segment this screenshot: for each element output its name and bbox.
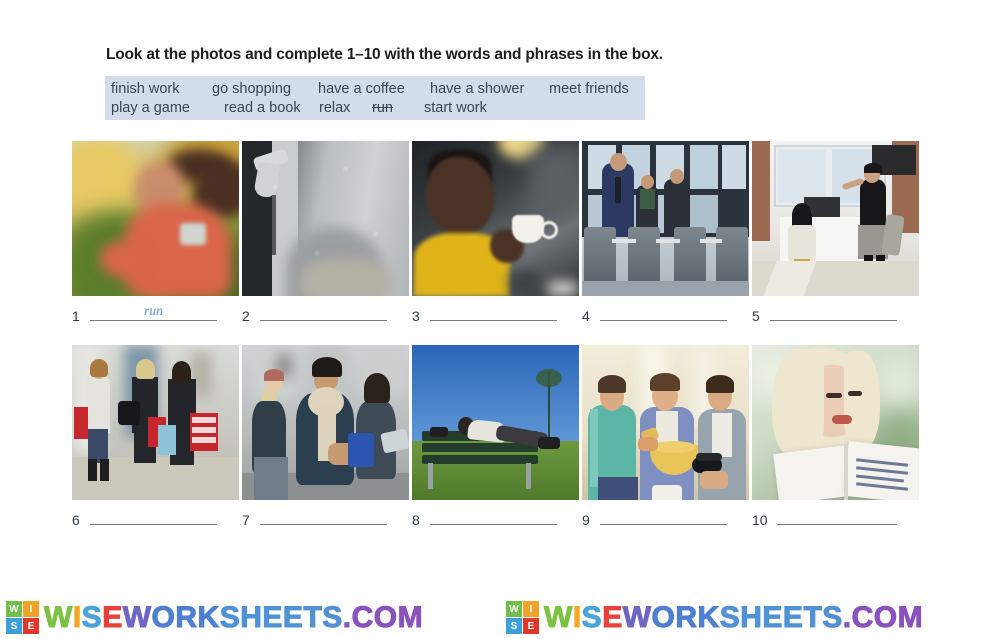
photo-blonde-woman-reading-book	[752, 345, 919, 500]
logo-tile: I	[523, 601, 539, 617]
photo-friends-sitting-outdoors-winter	[242, 345, 409, 500]
watermark-instance-right: W I S E WISEWORKSHEETS.COM	[500, 600, 1000, 635]
answer-row-4: 4	[582, 305, 749, 324]
worksheet-item-1: 1 run	[72, 141, 239, 324]
watermark-instance-left: W I S E WISEWORKSHEETS.COM	[0, 600, 500, 635]
worksheet-item-6: 6	[72, 345, 239, 528]
answer-text: run	[144, 303, 163, 318]
word-chip[interactable]: finish work	[111, 80, 212, 99]
photo-man-yellow-sweater-coffee-cup	[412, 141, 579, 296]
item-number: 9	[582, 512, 590, 528]
logo-tile: E	[523, 618, 539, 634]
answer-line[interactable]	[430, 509, 557, 525]
item-number: 8	[412, 512, 420, 528]
wiseworksheets-logo-icon: W I S E	[506, 601, 539, 634]
photo-shower-head-steam	[242, 141, 409, 296]
logo-tile: E	[23, 618, 39, 634]
worksheet-item-10: 10	[752, 345, 919, 528]
item-number: 10	[752, 512, 768, 528]
answer-line[interactable]	[777, 509, 897, 525]
item-number: 6	[72, 512, 80, 528]
watermark-text-right: WISEWORKSHEETS.COM	[544, 600, 924, 634]
answer-line[interactable]	[430, 305, 557, 321]
word-bank-box: finish work go shopping have a coffee ha…	[105, 76, 645, 120]
word-chip[interactable]: relax	[319, 99, 372, 118]
answer-row-3: 3	[412, 305, 579, 324]
answer-row-1: 1 run	[72, 303, 239, 324]
item-number: 2	[242, 308, 250, 324]
photo-woman-jogging-autumn	[72, 141, 239, 296]
photo-three-men-snacks-game-controller	[582, 345, 749, 500]
answer-line[interactable]	[770, 305, 897, 321]
word-bank-row-1: finish work go shopping have a coffee ha…	[111, 80, 645, 99]
answer-line[interactable]	[600, 305, 727, 321]
worksheet-item-3: 3	[412, 141, 579, 324]
word-chip[interactable]: read a book	[224, 99, 319, 118]
worksheet-item-2: 2	[242, 141, 409, 324]
logo-tile: W	[6, 601, 22, 617]
logo-tile: S	[506, 618, 522, 634]
answer-line[interactable]	[600, 509, 727, 525]
watermark-text-left: WISEWORKSHEETS.COM	[44, 600, 424, 634]
item-number: 3	[412, 308, 420, 324]
item-number: 4	[582, 308, 590, 324]
worksheet-item-7: 7	[242, 345, 409, 528]
logo-tile: I	[23, 601, 39, 617]
answer-line[interactable]	[260, 509, 387, 525]
answer-line[interactable]: run	[90, 303, 217, 321]
answer-row-6: 6	[72, 509, 239, 528]
logo-tile: W	[506, 601, 522, 617]
logo-tile: S	[6, 618, 22, 634]
worksheet-item-4: 4	[582, 141, 749, 324]
word-chip[interactable]: play a game	[111, 99, 224, 118]
word-chip[interactable]: have a coffee	[318, 80, 430, 99]
site-watermark: W I S E WISEWORKSHEETS.COM W I S E WISEW…	[0, 596, 1000, 639]
word-chip[interactable]: go shopping	[212, 80, 318, 99]
worksheet-item-5: 5	[752, 141, 919, 324]
word-chip[interactable]: start work	[424, 99, 487, 118]
wiseworksheets-logo-icon: W I S E	[6, 601, 39, 634]
answer-row-5: 5	[752, 305, 919, 324]
word-chip[interactable]: meet friends	[549, 80, 629, 99]
photo-women-shopping-mall-sale-bags	[72, 345, 239, 500]
word-chip[interactable]: have a shower	[430, 80, 549, 99]
item-number: 1	[72, 308, 80, 324]
photo-business-people-office-turnstiles	[582, 141, 749, 296]
word-bank-row-2: play a game read a book relax run start …	[111, 99, 645, 118]
worksheet-item-8: 8	[412, 345, 579, 528]
answer-row-9: 9	[582, 509, 749, 528]
photo-person-relaxing-park-bench	[412, 345, 579, 500]
answer-line[interactable]	[260, 305, 387, 321]
answer-row-8: 8	[412, 509, 579, 528]
worksheet-item-9: 9	[582, 345, 749, 528]
photo-woman-leaving-office-waving	[752, 141, 919, 296]
answer-row-10: 10	[752, 509, 919, 528]
answer-row-2: 2	[242, 305, 409, 324]
answer-row-7: 7	[242, 509, 409, 528]
item-number: 7	[242, 512, 250, 528]
item-number: 5	[752, 308, 760, 324]
answer-line[interactable]	[90, 509, 217, 525]
word-chip-used[interactable]: run	[372, 99, 424, 118]
worksheet-instruction: Look at the photos and complete 1–10 wit…	[106, 46, 663, 63]
